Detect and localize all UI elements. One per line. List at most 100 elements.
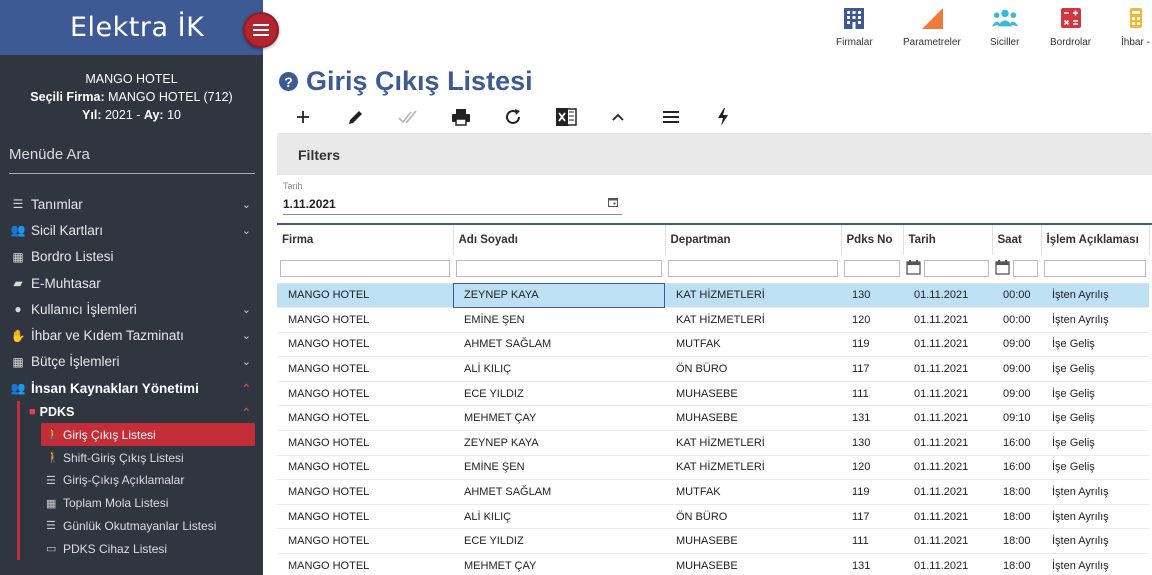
date-filter-input[interactable] [283, 196, 608, 211]
sidebar-item-toplam-mola[interactable]: ▦ Toplam Mola Listesi [41, 492, 263, 515]
table-cell[interactable]: MANGO HOTEL [277, 430, 453, 456]
table-cell[interactable]: İşten Ayrılış [1041, 283, 1149, 309]
table-cell[interactable]: 01.11.2021 [903, 528, 992, 555]
table-row[interactable]: MANGO HOTEL ECE YILDIZ MUHASEBE 111 01.11.20… [277, 528, 1149, 555]
sidebar-item-e-muhtasar[interactable]: ▰ E-Muhtasar [0, 270, 263, 296]
table-cell[interactable]: 00:00 [992, 283, 1041, 309]
table-cell[interactable]: MANGO HOTEL [277, 504, 453, 530]
table-cell[interactable]: 130 [841, 283, 903, 309]
table-cell[interactable]: MUHASEBE [665, 405, 841, 432]
filter-adi-soyadi-input[interactable] [456, 260, 662, 278]
table-cell[interactable]: MANGO HOTEL [277, 356, 453, 382]
column-header-adi-soyadi[interactable]: Adı Soyadı [453, 225, 666, 255]
table-cell[interactable]: MANGO HOTEL [277, 307, 453, 333]
column-header-departman[interactable]: Departman [665, 225, 842, 255]
table-cell[interactable]: 18:00 [992, 553, 1041, 575]
table-cell[interactable]: 00:00 [992, 307, 1041, 333]
filter-departman-input[interactable] [668, 260, 838, 278]
table-cell[interactable]: MUTFAK [665, 479, 841, 505]
table-cell[interactable]: 09:00 [992, 332, 1041, 358]
table-cell[interactable]: 18:00 [992, 504, 1041, 530]
filter-pdks-no-input[interactable] [844, 260, 900, 278]
table-cell[interactable]: KAT HİZMETLERİ [665, 307, 841, 333]
table-row[interactable]: MANGO HOTEL AHMET SAĞLAM MUTFAK 119 01.11.20… [277, 479, 1149, 505]
table-cell[interactable]: İşe Geliş [1041, 430, 1149, 456]
firmalar-button[interactable]: Firmalar [836, 5, 873, 48]
table-row[interactable]: MANGO HOTEL ZEYNEP KAYA KAT HİZMETLERİ 130 0… [277, 283, 1149, 309]
column-header-tarih[interactable]: Tarih [903, 225, 993, 255]
table-cell[interactable]: 111 [841, 528, 903, 555]
table-cell[interactable]: 131 [841, 405, 903, 432]
table-row[interactable]: MANGO HOTEL MEHMET ÇAY MUHASEBE 131 01.11.20… [277, 405, 1149, 432]
column-header-islem-aciklamasi[interactable]: İşlem Açıklaması [1041, 225, 1150, 255]
table-cell[interactable]: EMİNE ŞEN [453, 307, 665, 333]
ihbar-button[interactable]: İhbar - [1121, 5, 1150, 48]
table-cell[interactable]: 01.11.2021 [903, 479, 992, 505]
table-cell[interactable]: ZEYNEP KAYA [453, 283, 665, 309]
table-cell[interactable]: KAT HİZMETLERİ [665, 430, 841, 456]
table-cell[interactable]: MANGO HOTEL [277, 528, 453, 555]
table-cell[interactable]: MEHMET ÇAY [453, 553, 665, 575]
sidebar-item-pdks-cihaz[interactable]: ▭ PDKS Cihaz Listesi [41, 537, 263, 560]
table-cell[interactable]: 117 [841, 504, 903, 530]
table-cell[interactable]: 09:00 [992, 381, 1041, 407]
table-cell[interactable]: 01.11.2021 [903, 307, 992, 333]
refresh-button[interactable] [501, 105, 525, 129]
table-cell[interactable]: 01.11.2021 [903, 405, 992, 432]
table-cell[interactable]: 01.11.2021 [903, 455, 992, 481]
table-cell[interactable]: 16:00 [992, 430, 1041, 456]
sidebar-item-kullanici-islemleri[interactable]: ● Kullanıcı İşlemleri ⌄ [0, 296, 263, 322]
quick-action-button[interactable] [711, 105, 735, 129]
sidebar-item-shift-giris-cikis[interactable]: 🚶 Shift-Giriş Çıkış Listesi [41, 446, 263, 469]
table-cell[interactable]: 16:00 [992, 455, 1041, 481]
table-row[interactable]: MANGO HOTEL EMİNE ŞEN KAT HİZMETLERİ 120 01.… [277, 307, 1149, 333]
table-row[interactable]: MANGO HOTEL MEHMET ÇAY MUHASEBE 131 01.11.20… [277, 553, 1149, 575]
table-cell[interactable]: AHMET SAĞLAM [453, 332, 665, 358]
sidebar-item-tanimlar[interactable]: ☰ Tanımlar ⌄ [0, 191, 263, 217]
table-cell[interactable]: MANGO HOTEL [277, 381, 453, 407]
table-cell[interactable]: İşe Geliş [1041, 356, 1149, 382]
table-cell[interactable]: 130 [841, 430, 903, 456]
table-cell[interactable]: ECE YILDIZ [453, 381, 665, 407]
sidebar-item-giris-cikis-listesi[interactable]: 🚶 Giriş Çıkış Listesi [41, 423, 255, 447]
table-cell[interactable]: 01.11.2021 [903, 430, 992, 456]
parametreler-button[interactable]: Parametreler [903, 5, 961, 48]
table-cell[interactable]: İşten Ayrılış [1041, 553, 1149, 575]
sidebar-item-ihbar-kidem[interactable]: ✋ İhbar ve Kıdem Tazminatı ⌄ [0, 322, 263, 348]
table-cell[interactable]: 01.11.2021 [903, 381, 992, 407]
sidebar-item-bordro-listesi[interactable]: ▦ Bordro Listesi [0, 244, 263, 270]
print-button[interactable] [449, 105, 473, 129]
calendar-icon[interactable] [608, 197, 622, 210]
table-cell[interactable]: 119 [841, 479, 903, 505]
table-cell[interactable]: MUHASEBE [665, 553, 841, 575]
sidebar-item-sicil-kartlari[interactable]: 👥 Sicil Kartları ⌄ [0, 217, 263, 243]
table-cell[interactable]: 01.11.2021 [903, 553, 992, 575]
sidebar-item-pdks[interactable]: ■ PDKS ⌃ [20, 401, 263, 423]
column-header-saat[interactable]: Saat [992, 225, 1042, 255]
filter-saat-input[interactable] [1013, 260, 1038, 278]
sidebar-item-gunluk-okutmayanlar[interactable]: ☰ Günlük Okutmayanlar Listesi [41, 515, 263, 538]
table-row[interactable]: MANGO HOTEL AHMET SAĞLAM MUTFAK 119 01.11.20… [277, 332, 1149, 358]
table-cell[interactable]: MEHMET ÇAY [453, 405, 665, 432]
table-cell[interactable]: İşe Geliş [1041, 455, 1149, 481]
table-cell[interactable]: MUHASEBE [665, 381, 841, 407]
table-cell[interactable]: 119 [841, 332, 903, 358]
table-cell[interactable]: ALİ KILIÇ [453, 504, 665, 530]
table-cell[interactable]: 131 [841, 553, 903, 575]
table-cell[interactable]: 111 [841, 381, 903, 407]
table-cell[interactable]: İşe Geliş [1041, 332, 1149, 358]
edit-button[interactable] [344, 105, 368, 129]
table-cell[interactable]: 18:00 [992, 528, 1041, 555]
table-cell[interactable]: MANGO HOTEL [277, 479, 453, 505]
filters-panel-header[interactable]: Filters [277, 133, 1152, 175]
help-icon[interactable]: ? [279, 72, 298, 91]
table-cell[interactable]: 120 [841, 307, 903, 333]
calendar-icon[interactable] [906, 259, 922, 278]
bordrolar-button[interactable]: Bordrolar [1050, 5, 1091, 48]
table-row[interactable]: MANGO HOTEL ECE YILDIZ MUHASEBE 111 01.11.20… [277, 381, 1149, 407]
table-cell[interactable]: İşten Ayrılış [1041, 307, 1149, 333]
table-cell[interactable]: 120 [841, 455, 903, 481]
approve-button[interactable] [396, 105, 420, 129]
table-cell[interactable]: İşten Ayrılış [1041, 504, 1149, 530]
table-cell[interactable]: MANGO HOTEL [277, 553, 453, 575]
